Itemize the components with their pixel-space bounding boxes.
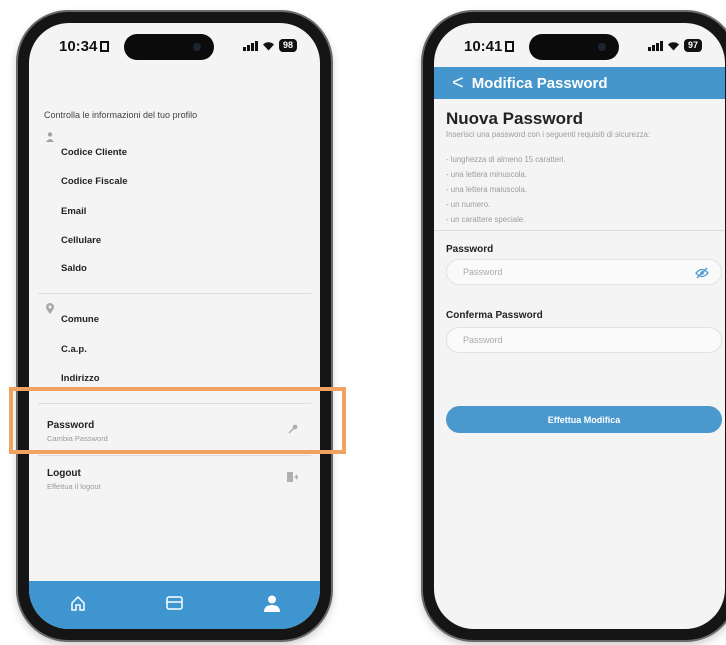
section-divider [38, 455, 311, 456]
wifi-icon [262, 41, 274, 50]
dynamic-island [124, 34, 214, 60]
home-icon [70, 595, 85, 611]
field-cellulare[interactable]: Cellulare [61, 235, 101, 246]
nav-card-button[interactable] [160, 591, 190, 615]
battery-indicator: 97 [683, 39, 702, 52]
password-input[interactable] [461, 266, 665, 278]
header-bar: < Modifica Password [434, 67, 725, 99]
requirement-item: - un numero. [446, 200, 491, 209]
status-icons: 98 [242, 39, 297, 52]
confirm-password-input[interactable] [461, 334, 665, 346]
field-indirizzo[interactable]: Indirizzo [61, 373, 100, 384]
phone-profile: 10:34 98 Controlla le informazioni del t… [18, 12, 331, 640]
profile-intro-text: Controlla le informazioni del tuo profil… [44, 110, 198, 120]
phone-change-password: 10:41 97 < Modifica Password Nuova Passw… [423, 12, 726, 640]
back-button[interactable]: < [452, 73, 464, 93]
status-time: 10:34 [59, 38, 110, 55]
nav-profile-button[interactable] [257, 591, 287, 615]
submit-button[interactable]: Effettua Modifica [446, 406, 722, 433]
eye-off-icon[interactable] [695, 266, 709, 284]
logout-row-title: Logout [47, 468, 81, 479]
section-divider [38, 293, 311, 294]
page-title: Modifica Password [471, 74, 608, 92]
battery-indicator: 98 [278, 39, 297, 52]
status-icons: 97 [647, 39, 702, 52]
confirm-password-field [446, 327, 722, 353]
nav-home-button[interactable] [63, 591, 93, 615]
requirement-item: - lunghezza di almeno 15 caratteri. [446, 155, 566, 164]
password-label: Password [446, 244, 494, 255]
field-cap[interactable]: C.a.p. [61, 344, 87, 355]
password-row-highlight [9, 387, 346, 454]
signal-icon [647, 40, 663, 51]
section-title: Nuova Password [446, 109, 583, 128]
field-comune[interactable]: Comune [61, 314, 99, 325]
password-field [446, 259, 722, 285]
requirement-item: - una lettera maiuscola. [446, 185, 528, 194]
requirement-item: - una lettera minuscola. [446, 170, 528, 179]
profile-screen: 10:34 98 Controlla le informazioni del t… [29, 23, 320, 629]
dynamic-island [529, 34, 619, 60]
wifi-icon [667, 41, 679, 50]
field-saldo[interactable]: Saldo [61, 263, 87, 274]
location-pin-icon [46, 303, 54, 317]
status-time: 10:41 [464, 38, 515, 55]
logout-row-subtitle: Effettua il logout [47, 482, 101, 491]
requirements-intro: Inserisci una password con i seguenti re… [446, 130, 651, 139]
profile-icon [263, 595, 280, 612]
signal-icon [242, 40, 258, 51]
confirm-password-label: Conferma Password [446, 310, 543, 321]
card-icon [166, 596, 183, 610]
requirement-item: - un carattere speciale. [446, 215, 526, 224]
field-codice-fiscale[interactable]: Codice Fiscale [61, 176, 128, 187]
bottom-navigation [29, 581, 320, 629]
field-codice-cliente[interactable]: Codice Cliente [61, 147, 127, 158]
field-email[interactable]: Email [61, 206, 86, 217]
user-icon [46, 132, 54, 145]
section-divider [434, 230, 725, 231]
change-password-screen: 10:41 97 < Modifica Password Nuova Passw… [434, 23, 725, 629]
logout-icon [287, 472, 299, 485]
